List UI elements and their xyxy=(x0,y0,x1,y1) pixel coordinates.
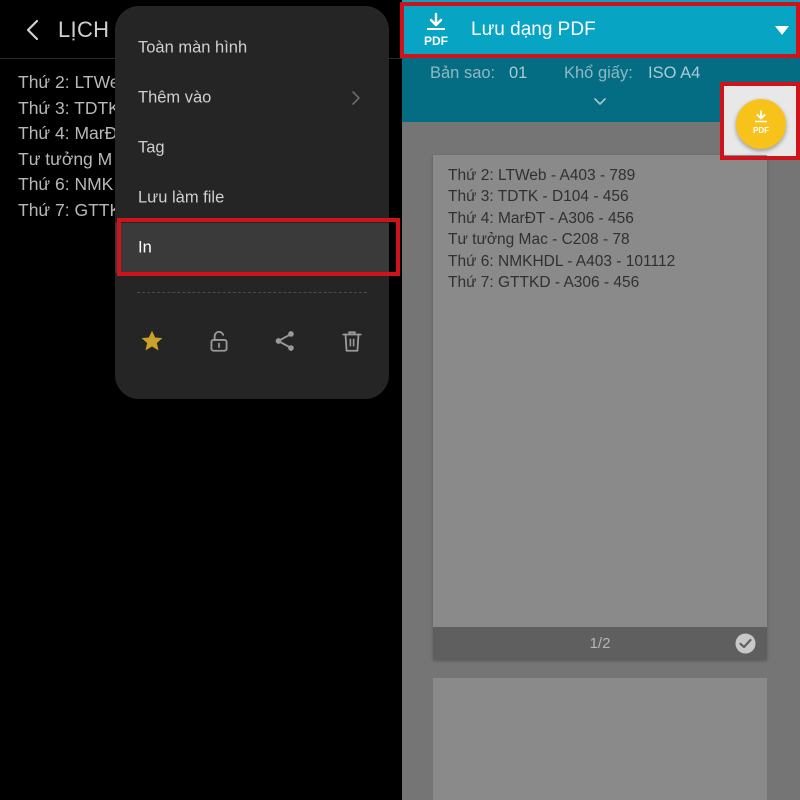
note-line: Thứ 6: NMK xyxy=(18,174,114,195)
note-line: Thứ 2: LTWeb xyxy=(18,72,130,92)
chevron-down-icon[interactable] xyxy=(592,96,608,108)
back-arrow-icon[interactable] xyxy=(20,16,48,44)
print-preview-pane: PDF Lưu dạng PDF Bản sao: 01 Khổ giấy: I… xyxy=(402,0,800,800)
preview-line: Thứ 7: GTTKD - A306 - 456 xyxy=(448,274,640,292)
star-icon[interactable] xyxy=(139,328,165,354)
copies-label: Bản sao: xyxy=(430,64,496,82)
preview-line: Thứ 4: MarĐT - A306 - 456 xyxy=(448,209,634,227)
notes-pane: LỊCH H Thứ 2: LTWeb Thứ 3: TDTK Thứ 4: M… xyxy=(0,0,402,800)
highlight-box-save-pdf xyxy=(720,82,800,160)
unlock-icon[interactable] xyxy=(206,328,232,354)
menu-separator xyxy=(137,292,367,293)
highlight-box-save-as-pdf xyxy=(400,2,800,58)
note-line: Tư tưởng M xyxy=(18,148,113,169)
menu-item-fullscreen[interactable]: Toàn màn hình xyxy=(115,23,389,73)
share-icon[interactable] xyxy=(272,328,298,354)
trash-icon[interactable] xyxy=(339,328,365,354)
preview-page[interactable]: Thứ 2: LTWeb - A403 - 789 Thứ 3: TDTK - … xyxy=(433,155,767,660)
context-menu: Toàn màn hình Thêm vào Tag Lưu làm file … xyxy=(115,6,389,399)
preview-line: Thứ 6: NMKHDL - A403 - 101112 xyxy=(448,252,676,270)
menu-item-tag[interactable]: Tag xyxy=(115,123,389,173)
menu-item-add-to[interactable]: Thêm vào xyxy=(115,73,389,123)
paper-size-label: Khổ giấy: xyxy=(564,64,633,82)
note-content: Thứ 2: LTWeb Thứ 3: TDTK Thứ 4: MarĐT Tư… xyxy=(18,70,129,224)
note-line: Thứ 3: TDTK xyxy=(18,97,120,118)
menu-item-label: Thêm vào xyxy=(138,88,212,107)
preview-page[interactable] xyxy=(433,678,767,800)
page-indicator: 1/2 xyxy=(589,635,611,652)
note-line: Thứ 7: GTTK xyxy=(18,199,122,220)
note-line: Thứ 4: MarĐT xyxy=(18,123,128,144)
check-circle-icon[interactable] xyxy=(735,633,756,654)
preview-page-content: Thứ 2: LTWeb - A403 - 789 Thứ 3: TDTK - … xyxy=(448,165,675,293)
page-footer: 1/2 xyxy=(433,627,767,660)
preview-line: Thứ 3: TDTK - D104 - 456 xyxy=(448,188,629,206)
preview-line: Thứ 2: LTWeb - A403 - 789 xyxy=(448,167,636,184)
paper-size-value[interactable]: ISO A4 xyxy=(648,64,700,83)
copies-value[interactable]: 01 xyxy=(509,64,527,83)
highlight-box-print xyxy=(117,218,400,276)
menu-item-label: Toàn màn hình xyxy=(138,38,248,57)
menu-item-label: Lưu làm file xyxy=(138,188,225,207)
preview-line: Tư tưởng Mac - C208 - 78 xyxy=(448,231,630,249)
menu-item-save-as-file[interactable]: Lưu làm file xyxy=(115,173,389,223)
menu-item-label: Tag xyxy=(138,138,165,157)
chevron-right-icon xyxy=(352,91,360,105)
